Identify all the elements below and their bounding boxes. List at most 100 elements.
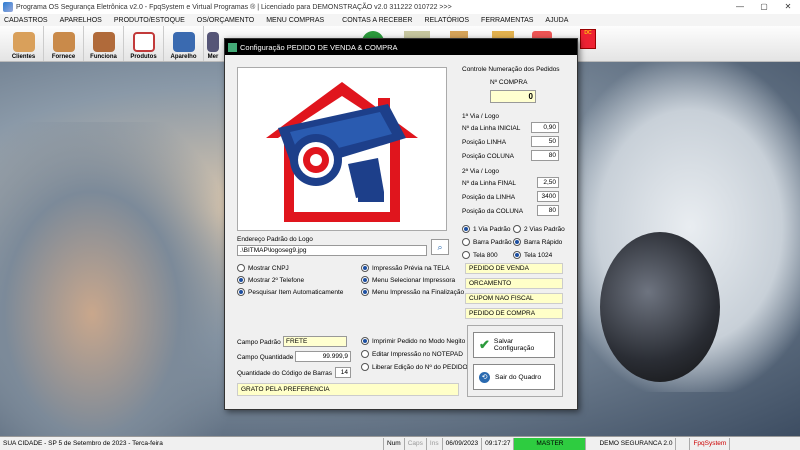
via2-linha-final[interactable]: 2,50: [537, 177, 559, 188]
option-label: Barra Padrão: [473, 238, 512, 246]
opt-tela-1024[interactable]: Tela 1024: [513, 251, 552, 259]
option-label: Impressão Prévia na TELA: [372, 264, 450, 272]
doc-orcamento[interactable]: ORCAMENTO: [465, 278, 563, 289]
menu-produto-estoque[interactable]: PRODUTO/ESTOQUE: [114, 17, 185, 24]
menu-aparelhos[interactable]: APARELHOS: [60, 17, 102, 24]
status-master: MASTER: [514, 437, 587, 450]
menu-compras[interactable]: MENU COMPRAS: [266, 17, 324, 24]
opt-barra-rapido[interactable]: Barra Rápido: [513, 238, 562, 246]
opt-pesquisar-item[interactable]: Pesquisar Item Automaticamente: [237, 288, 343, 296]
radio-dot: [237, 288, 245, 296]
toolbar-label: Aparelho: [170, 54, 197, 60]
toolbar-label: Mer: [207, 54, 219, 60]
toolbar-produtos-button[interactable]: Produtos: [124, 26, 164, 61]
logo-path-field[interactable]: .\BITMAP\logoseg9.jpg: [237, 245, 427, 256]
doc-pedido-venda[interactable]: PEDIDO DE VENDA: [465, 263, 563, 274]
toolbar-fornece-button[interactable]: Fornece: [44, 26, 84, 61]
status-time: 09:17:27: [482, 437, 515, 450]
radio-dot: [237, 264, 245, 272]
radio-dot: [513, 225, 521, 233]
via1-title: 1ª Via / Logo: [462, 113, 499, 120]
toolbar-funciona-button[interactable]: Funciona: [84, 26, 124, 61]
opt-imprimir-negrito[interactable]: Imprimir Pedido no Modo Negito: [361, 337, 465, 345]
supplier-icon: [52, 32, 75, 52]
radio-dot: [462, 238, 470, 246]
opt-2-vias-padrao[interactable]: 2 Vias Padrão: [513, 225, 565, 233]
exit-icon[interactable]: DC: [580, 29, 596, 49]
config-dialog: Configuração PEDIDO DE VENDA & COMPRA En…: [224, 38, 578, 410]
menu-cadastros[interactable]: CADASTROS: [4, 17, 48, 24]
via2-row-label: Posição da COLUNA: [462, 208, 524, 215]
opt-selecionar-impressora[interactable]: Menu Selecionar Impressora: [361, 276, 455, 284]
via1-linha-inicial[interactable]: 0,90: [531, 122, 559, 133]
qtd-barras-field[interactable]: 14: [335, 367, 351, 378]
status-ins: Ins: [427, 437, 443, 450]
campo-quantidade-field[interactable]: 99.999,9: [295, 351, 351, 362]
radio-dot: [361, 288, 369, 296]
status-num: Num: [384, 437, 405, 450]
status-company: DEMO SEGURANCA 2.0: [586, 437, 677, 450]
doc-pedido-compra[interactable]: PEDIDO DE COMPRA: [465, 308, 563, 319]
close-button[interactable]: ✕: [776, 0, 800, 14]
option-label: Mostrar CNPJ: [248, 264, 289, 272]
logo-path-label: Endereço Padrão do Logo: [237, 236, 313, 243]
dialog-title-bar: Configuração PEDIDO DE VENDA & COMPRA: [225, 39, 577, 55]
menu-contas-receber[interactable]: CONTAS A RECEBER: [342, 17, 412, 24]
option-label: 2 Vias Padrão: [524, 225, 565, 233]
dialog-title: Configuração PEDIDO DE VENDA & COMPRA: [240, 42, 398, 52]
opt-mostrar-cnpj[interactable]: Mostrar CNPJ: [237, 264, 289, 272]
opt-tela-800[interactable]: Tela 800: [462, 251, 498, 259]
search-icon: ⌕: [437, 242, 443, 252]
radio-dot: [513, 251, 521, 259]
via2-posicao-linha[interactable]: 3400: [537, 191, 559, 202]
option-label: Menu Impressão na Finalização: [372, 288, 465, 296]
opt-barra-padrao[interactable]: Barra Padrão: [462, 238, 512, 246]
maximize-button[interactable]: ▢: [752, 0, 776, 14]
exit-icon: ⟲: [479, 371, 490, 383]
doc-cupom-nao-fiscal[interactable]: CUPOM NAO FISCAL: [465, 293, 563, 304]
option-label: 1 Via Padrão: [473, 225, 511, 233]
via1-posicao-coluna[interactable]: 80: [531, 150, 559, 161]
radio-dot: [361, 264, 369, 272]
toolbar-clientes-button[interactable]: Clientes: [4, 26, 44, 61]
save-config-button[interactable]: ✔ Salvar Configuração: [473, 332, 555, 358]
toolbar-aparelho-button[interactable]: Aparelho: [164, 26, 204, 61]
menu-ajuda[interactable]: AJUDA: [545, 17, 568, 24]
device-icon: [172, 32, 195, 52]
minimize-button[interactable]: —: [728, 0, 752, 14]
menu-os-orcamento[interactable]: OS/ORÇAMENTO: [197, 17, 254, 24]
opt-impressao-previa[interactable]: Impressão Prévia na TELA: [361, 264, 450, 272]
numbering-value[interactable]: 0: [490, 90, 536, 103]
option-label: Imprimir Pedido no Modo Negito: [372, 337, 466, 345]
menu-ferramentas[interactable]: FERRAMENTAS: [481, 17, 533, 24]
status-brand: FpqSystem: [690, 437, 731, 450]
status-spacer: [676, 437, 691, 450]
opt-impressao-finalizacao[interactable]: Menu Impressão na Finalização: [361, 288, 464, 296]
status-city-date: SUA CIDADE - SP 5 de Setembro de 2023 - …: [0, 437, 384, 450]
window-title: Programa OS Segurança Eletrônica v2.0 - …: [16, 3, 452, 11]
via1-row-label: Posição COLUNA: [462, 153, 515, 160]
menu-relatorios[interactable]: RELATÓRIOS: [424, 17, 469, 24]
toolbar-mer-button[interactable]: Mer: [204, 26, 222, 61]
clients-icon: [12, 32, 35, 52]
campo-padrao-field[interactable]: FRETE: [283, 336, 347, 347]
checkmark-icon: ✔: [479, 337, 490, 352]
opt-liberar-edicao[interactable]: Liberar Edição do Nº do PEDIDO: [361, 363, 468, 371]
merchandise-icon: [207, 32, 219, 52]
exit-dialog-button[interactable]: ⟲ Sair do Quadro: [473, 364, 555, 390]
menu-bar: CADASTROS APARELHOS PRODUTO/ESTOQUE OS/O…: [0, 14, 800, 26]
search-logo-button[interactable]: ⌕: [431, 239, 449, 255]
camera-house-logo: [266, 82, 418, 222]
dialog-icon: [228, 42, 237, 52]
via2-posicao-coluna[interactable]: 80: [537, 205, 559, 216]
opt-1-via-padrao[interactable]: 1 Via Padrão: [462, 225, 510, 233]
footer-text-field[interactable]: GRATO PELA PREFERENCIA: [237, 383, 459, 396]
via1-posicao-linha[interactable]: 50: [531, 136, 559, 147]
app-icon: [3, 2, 13, 12]
via2-row-label: Nº da Linha FINAL: [462, 180, 517, 187]
radio-dot: [462, 225, 470, 233]
toolbar-label: Produtos: [130, 54, 157, 60]
numbering-label: Nº COMPRA: [490, 79, 528, 86]
opt-mostrar-telefone[interactable]: Mostrar 2º Telefone: [237, 276, 304, 284]
opt-editar-notepad[interactable]: Editar Impressão no NOTEPAD: [361, 350, 463, 358]
